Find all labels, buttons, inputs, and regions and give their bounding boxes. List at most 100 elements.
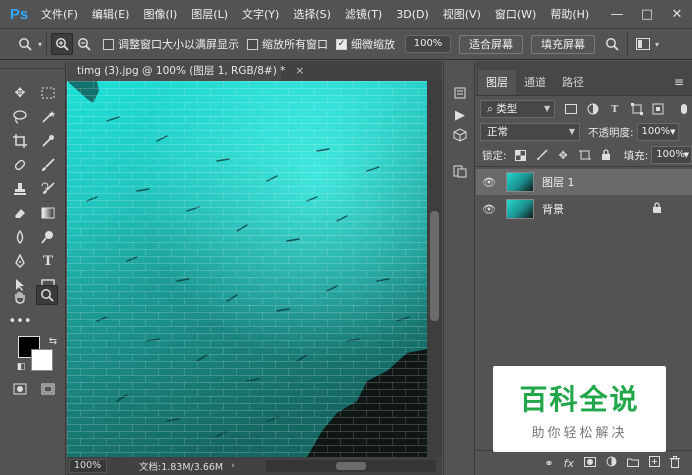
tab-close-icon[interactable]: × [295, 65, 304, 77]
menu-filter[interactable]: 滤镜(T) [338, 6, 389, 22]
eraser-tool-icon[interactable] [9, 203, 31, 223]
document-tab[interactable]: timg (3).jpg @ 100% (图层 1, RGB/8#) * × [67, 61, 304, 81]
filter-shape-icon[interactable] [629, 101, 645, 117]
adjustment-layer-icon[interactable] [606, 456, 617, 470]
3d-panel-icon[interactable] [450, 125, 470, 145]
minimize-button[interactable]: — [602, 0, 632, 28]
vertical-scrollbar[interactable] [427, 81, 442, 457]
scrubby-zoom-checkbox[interactable]: ✓ [336, 38, 348, 50]
healing-brush-tool-icon[interactable] [9, 155, 31, 175]
lock-transparent-icon[interactable] [513, 147, 528, 163]
visibility-eye-icon[interactable]: 👁 [476, 176, 502, 189]
move-tool-icon[interactable]: ✥ [9, 83, 31, 103]
lock-position-icon[interactable]: ✥ [555, 147, 570, 163]
lock-all-icon[interactable] [598, 147, 613, 163]
layer-thumbnail [506, 199, 534, 219]
type-tool-icon[interactable]: T [37, 251, 59, 271]
fill-screen-button[interactable]: 填充屏幕 [531, 34, 596, 54]
history-brush-tool-icon[interactable] [37, 179, 59, 199]
canvas-image[interactable] [67, 81, 427, 457]
resize-windows-checkbox[interactable] [103, 38, 115, 50]
paragraph-panel-icon[interactable] [450, 161, 470, 181]
opacity-field[interactable]: 100% ▼ [636, 123, 679, 141]
delete-layer-icon[interactable] [670, 455, 680, 471]
pen-tool-icon[interactable] [9, 251, 31, 271]
zoom-all-windows-checkbox[interactable] [247, 38, 259, 50]
lock-pixels-icon[interactable] [534, 147, 549, 163]
layer-style-icon[interactable]: fx [564, 457, 574, 470]
workspace-dropdown-arrow-icon[interactable]: ▾ [655, 40, 659, 49]
screen-mode-icon[interactable] [37, 379, 59, 399]
fill-label: 填充: [623, 149, 649, 162]
menu-layer[interactable]: 图层(L) [184, 6, 235, 22]
blur-tool-icon[interactable] [9, 227, 31, 247]
hand-tool-icon[interactable] [9, 287, 31, 307]
close-button[interactable]: ✕ [662, 0, 692, 28]
swap-colors-icon[interactable]: ⇆ [42, 331, 64, 351]
zoom-tool-preset-icon[interactable] [14, 33, 36, 55]
lock-artboard-icon[interactable] [577, 147, 592, 163]
zoom-tool-icon[interactable] [36, 285, 58, 305]
zoom-out-icon[interactable] [73, 33, 95, 55]
default-colors-icon[interactable]: ◧ [10, 357, 32, 377]
layer-row[interactable]: 👁 背景 [476, 196, 692, 222]
magic-wand-tool-icon[interactable] [37, 107, 59, 127]
gradient-tool-icon[interactable] [37, 203, 59, 223]
fit-screen-button[interactable]: 适合屏幕 [459, 34, 524, 54]
filter-toggle-icon[interactable] [676, 101, 692, 117]
history-panel-icon[interactable] [450, 83, 470, 103]
menu-view[interactable]: 视图(V) [436, 6, 488, 22]
search-icon[interactable] [601, 33, 623, 55]
menu-help[interactable]: 帮助(H) [543, 6, 596, 22]
clone-stamp-tool-icon[interactable] [9, 179, 31, 199]
vertical-scroll-thumb[interactable] [430, 211, 439, 321]
eyedropper-tool-icon[interactable] [37, 131, 59, 151]
new-group-icon[interactable] [627, 457, 639, 470]
horizontal-scrollbar[interactable] [266, 460, 436, 472]
tab-paths[interactable]: 路径 [554, 70, 592, 95]
preset-dropdown-arrow-icon[interactable]: ▾ [38, 40, 42, 49]
tab-channels[interactable]: 通道 [516, 70, 554, 95]
horizontal-scroll-thumb[interactable] [336, 462, 366, 470]
filter-adjustment-icon[interactable] [585, 101, 601, 117]
crop-tool-icon[interactable] [9, 131, 31, 151]
zoom-value-field[interactable]: 100% [405, 35, 452, 53]
brush-tool-icon[interactable] [37, 155, 59, 175]
document-info[interactable]: 文档:1.83M/3.66M [139, 459, 223, 473]
tab-layers[interactable]: 图层 [478, 70, 516, 95]
marquee-tool-icon[interactable] [37, 83, 59, 103]
menu-window[interactable]: 窗口(W) [488, 6, 543, 22]
new-layer-icon[interactable] [649, 456, 660, 470]
toolbar-grip[interactable] [0, 61, 65, 69]
menu-image[interactable]: 图像(I) [136, 6, 184, 22]
filter-type-icon[interactable]: T [607, 101, 623, 117]
menu-file[interactable]: 文件(F) [34, 6, 85, 22]
more-tools-icon[interactable]: ••• [9, 311, 32, 331]
blend-mode-select[interactable]: 正常 ▼ [480, 123, 580, 141]
fill-field[interactable]: 100% ▼ [651, 146, 692, 164]
blend-row: 正常 ▼ 不透明度: 100% ▼ [476, 121, 692, 143]
canvas-area[interactable] [67, 81, 427, 457]
layer-row[interactable]: 👁 图层 1 [476, 169, 692, 195]
status-arrow-icon[interactable]: › [231, 461, 235, 471]
link-layers-icon[interactable]: ⚭ [544, 457, 553, 470]
filter-smart-object-icon[interactable] [650, 101, 666, 117]
workspace-icon[interactable] [632, 33, 654, 55]
quick-mask-icon[interactable] [9, 379, 31, 399]
maximize-button[interactable]: □ [632, 0, 662, 28]
visibility-eye-icon[interactable]: 👁 [476, 203, 502, 216]
menu-type[interactable]: 文字(Y) [235, 6, 286, 22]
filter-pixel-icon[interactable] [563, 101, 579, 117]
dodge-tool-icon[interactable] [37, 227, 59, 247]
menu-select[interactable]: 选择(S) [286, 6, 338, 22]
menu-edit[interactable]: 编辑(E) [85, 6, 137, 22]
status-zoom-field[interactable]: 100% [69, 459, 107, 473]
panel-menu-icon[interactable]: ≡ [674, 75, 684, 89]
layer-mask-icon[interactable] [584, 456, 596, 470]
actions-play-icon[interactable]: ▶ [450, 105, 470, 125]
menu-3d[interactable]: 3D(D) [389, 8, 436, 21]
filter-kind-select[interactable]: ⌕ 类型 ▼ [480, 100, 556, 118]
lasso-tool-icon[interactable] [9, 107, 31, 127]
background-color-swatch[interactable] [31, 349, 53, 371]
zoom-in-icon[interactable] [51, 33, 74, 55]
